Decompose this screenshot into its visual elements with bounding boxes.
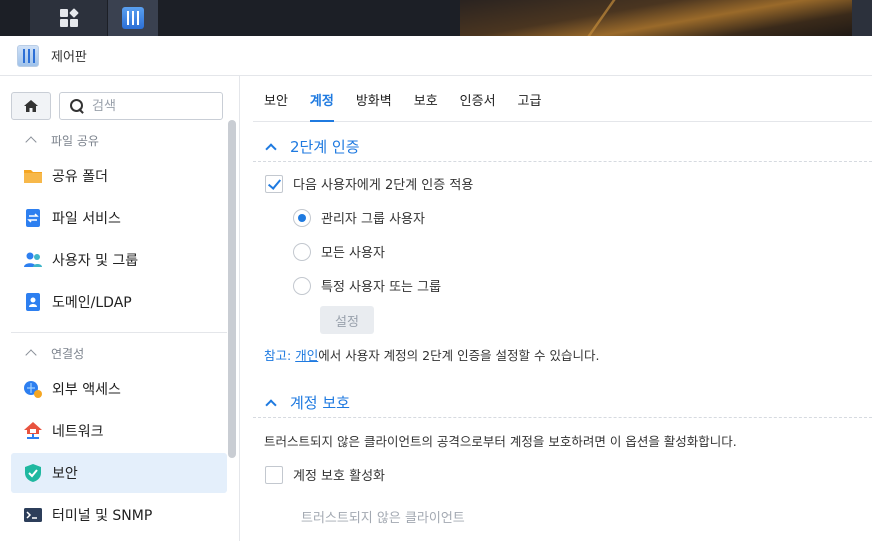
radio-button[interactable] (293, 208, 311, 227)
personal-link[interactable]: 개인 (295, 348, 318, 363)
chevron-up-icon (265, 143, 277, 155)
enforce-2fa-checkbox-row[interactable]: 다음 사용자에게 2단계 인증 적용 (265, 174, 473, 193)
main-menu-button[interactable] (30, 0, 107, 36)
note-text: 에서 사용자 계정의 2단계 인증을 설정할 수 있습니다. (318, 348, 600, 363)
taskbar-control-panel-button[interactable] (108, 0, 158, 36)
control-panel-icon (122, 7, 144, 29)
two-factor-title: 2단계 인증 (290, 138, 360, 156)
tab-bar: 보안 계정 방화벽 보호 인증서 고급 (253, 77, 872, 122)
control-panel-app-icon (17, 44, 39, 67)
account-protection-title: 계정 보호 (290, 394, 350, 412)
section-connectivity[interactable]: 연결성 (25, 343, 84, 363)
home-icon (24, 100, 38, 112)
tab-advanced[interactable]: 고급 (507, 77, 553, 122)
note-label: 참고: (264, 348, 292, 363)
chevron-up-icon (25, 136, 37, 148)
sidebar-item-users-groups[interactable]: 사용자 및 그룹 (11, 240, 227, 280)
radio-button[interactable] (293, 276, 311, 295)
chevron-up-icon (25, 349, 37, 361)
sidebar-scrollbar[interactable] (228, 120, 236, 458)
sidebar-item-security[interactable]: 보안 (11, 453, 227, 493)
account-protection-section-header[interactable]: 계정 보호 (262, 392, 350, 413)
enable-account-protection-checkbox[interactable] (265, 465, 283, 484)
tab-firewall[interactable]: 방화벽 (345, 77, 403, 122)
network-icon (24, 422, 42, 439)
file-services-icon (26, 209, 40, 227)
sidebar-item-domain-ldap[interactable]: 도메인/LDAP (11, 282, 227, 322)
desktop-wallpaper (460, 0, 872, 36)
shared-folder-icon (24, 170, 42, 183)
tab-certificate[interactable]: 인증서 (449, 77, 507, 122)
domain-ldap-icon (26, 293, 40, 311)
sidebar-item-network[interactable]: 네트워크 (11, 411, 227, 451)
two-factor-section-header[interactable]: 2단계 인증 (262, 136, 360, 157)
untrusted-clients-label: 트러스트되지 않은 클라이언트 (301, 511, 465, 526)
search-icon (70, 99, 84, 113)
two-factor-note: 참고: 개인에서 사용자 계정의 2단계 인증을 설정할 수 있습니다. (264, 345, 599, 364)
section-file-sharing[interactable]: 파일 공유 (25, 130, 99, 150)
taskbar (0, 0, 872, 36)
security-shield-icon (25, 464, 41, 482)
window-title: 제어판 (51, 50, 87, 65)
sidebar-item-file-services[interactable]: 파일 서비스 (11, 198, 227, 238)
radio-all-users[interactable]: 모든 사용자 (293, 242, 385, 261)
sidebar-item-shared-folder[interactable]: 공유 폴더 (11, 156, 227, 196)
main-content: 보안 계정 방화벽 보호 인증서 고급 2단계 인증 다음 사용자에게 2단계 … (241, 77, 872, 541)
radio-button[interactable] (293, 242, 311, 261)
chevron-up-icon (265, 399, 277, 411)
enable-account-protection-label: 계정 보호 활성화 (293, 469, 385, 484)
enforce-2fa-checkbox[interactable] (265, 174, 283, 193)
radio-admin-group[interactable]: 관리자 그룹 사용자 (293, 208, 425, 227)
search-box[interactable] (59, 92, 223, 120)
enforce-2fa-label: 다음 사용자에게 2단계 인증 적용 (293, 178, 474, 193)
window-titlebar: 제어판 (0, 36, 872, 76)
sidebar-item-external-access[interactable]: 외부 액세스 (11, 369, 227, 409)
enable-account-protection-row[interactable]: 계정 보호 활성화 (265, 465, 385, 484)
search-input[interactable] (92, 98, 212, 114)
terminal-icon (24, 508, 42, 522)
sidebar: 파일 공유 공유 폴더 파일 서비스 사용자 및 그룹 도메인/LDAP (0, 76, 240, 541)
external-access-icon (24, 381, 42, 398)
home-button[interactable] (11, 92, 51, 120)
users-groups-icon (24, 252, 42, 267)
tab-protection[interactable]: 보호 (403, 77, 449, 122)
settings-button[interactable]: 설정 (320, 306, 374, 334)
tab-security[interactable]: 보안 (253, 77, 299, 122)
account-protection-description: 트러스트되지 않은 클라이언트의 공격으로부터 계정을 보호하려면 이 옵션을 … (264, 434, 737, 449)
sidebar-item-terminal-snmp[interactable]: 터미널 및 SNMP (11, 495, 227, 535)
main-menu-icon (59, 8, 79, 27)
radio-specific-users[interactable]: 특정 사용자 또는 그룹 (293, 276, 441, 295)
tab-account[interactable]: 계정 (299, 77, 345, 122)
